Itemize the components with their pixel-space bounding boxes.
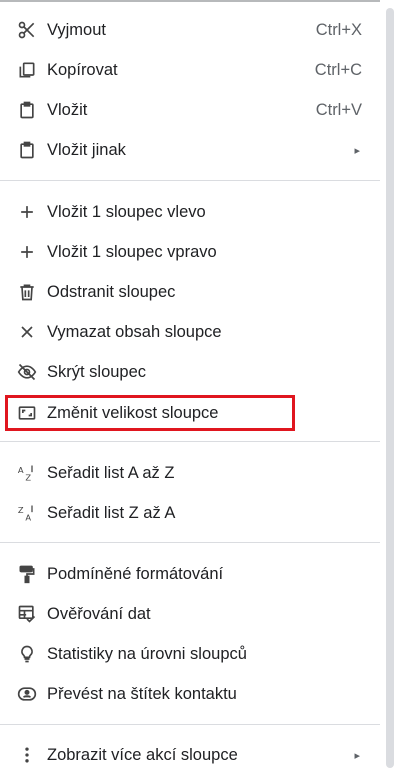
separator [0, 724, 380, 725]
trash-icon [16, 281, 38, 303]
menu-item-label: Ověřování dat [47, 604, 151, 623]
highlight-box [5, 395, 295, 431]
menu-item-label: Skrýt sloupec [47, 362, 147, 381]
menu-item-sort-z-a[interactable]: ZA Seřadit list Z až A [0, 493, 380, 533]
menu-item-insert-column-left[interactable]: Vložit 1 sloupec vlevo [0, 192, 380, 232]
clipboard-icon [16, 99, 38, 121]
menu-item-label: Seřadit list A až Z [47, 463, 175, 482]
menu-item-label: Kopírovat [47, 60, 118, 79]
menu-item-label: Převést na štítek kontaktu [47, 684, 237, 703]
menu-item-label: Vložit jinak [47, 140, 126, 159]
menu-item-column-stats[interactable]: Statistiky na úrovni sloupců [0, 634, 380, 674]
shortcut-label: Ctrl+X [315, 20, 362, 39]
cut-off-previous-row [0, 0, 380, 5]
scrollbar[interactable] [386, 8, 394, 768]
submenu-arrow-icon: ▸ [354, 749, 360, 762]
menu-item-label: Statistiky na úrovni sloupců [47, 644, 247, 663]
svg-text:A: A [25, 513, 31, 523]
menu-item-label: Vložit 1 sloupec vpravo [47, 242, 217, 261]
menu-item-data-validation[interactable]: Ověřování dat [0, 594, 380, 634]
scissors-icon [16, 19, 38, 41]
svg-text:A: A [18, 465, 24, 475]
menu-item-label: Podmíněné formátování [47, 564, 224, 583]
plus-icon [16, 241, 38, 263]
menu-item-paste-special[interactable]: Vložit jinak ▸ [0, 130, 380, 170]
separator [0, 542, 380, 543]
menu-item-delete-column[interactable]: Odstranit sloupec [0, 272, 380, 312]
menu-item-label: Zobrazit více akcí sloupce [47, 745, 238, 764]
copy-icon [16, 59, 38, 81]
data-validation-icon [16, 603, 38, 625]
submenu-arrow-icon: ▸ [354, 144, 360, 157]
menu-item-label: Seřadit list Z až A [47, 503, 176, 522]
menu-item-clear-column[interactable]: Vymazat obsah sloupce [0, 312, 380, 352]
menu-item-label: Vložit [47, 100, 88, 119]
shortcut-label: Ctrl+C [314, 60, 362, 79]
paint-roller-icon [16, 563, 38, 585]
separator [0, 441, 380, 442]
menu-item-paste[interactable]: Vložit Ctrl+V [0, 90, 380, 130]
eye-off-icon [16, 361, 38, 383]
menu-item-cut[interactable]: Vyjmout Ctrl+X [0, 10, 380, 50]
separator [0, 180, 380, 181]
svg-text:Z: Z [25, 473, 31, 483]
menu-item-copy[interactable]: Kopírovat Ctrl+C [0, 50, 380, 90]
column-context-menu: Vyjmout Ctrl+X Kopírovat Ctrl+C Vložit C… [0, 0, 380, 777]
close-icon [16, 321, 38, 343]
sort-za-icon: ZA [16, 502, 38, 524]
menu-item-label: Vymazat obsah sloupce [47, 322, 222, 341]
menu-item-insert-column-right[interactable]: Vložit 1 sloupec vpravo [0, 232, 380, 272]
menu-item-convert-to-people-chip[interactable]: Převést na štítek kontaktu [0, 674, 380, 714]
menu-item-hide-column[interactable]: Skrýt sloupec [0, 352, 380, 392]
sort-az-icon: AZ [16, 462, 38, 484]
clipboard-icon [16, 139, 38, 161]
svg-text:Z: Z [18, 505, 24, 515]
more-vert-icon [16, 744, 38, 766]
menu-item-label: Vložit 1 sloupec vlevo [47, 202, 206, 221]
plus-icon [16, 201, 38, 223]
shortcut-label: Ctrl+V [315, 100, 362, 119]
menu-item-label: Odstranit sloupec [47, 282, 176, 301]
contact-chip-icon [16, 683, 38, 705]
menu-item-conditional-formatting[interactable]: Podmíněné formátování [0, 554, 380, 594]
menu-item-more-column-actions[interactable]: Zobrazit více akcí sloupce ▸ [0, 735, 380, 775]
lightbulb-icon [16, 643, 38, 665]
menu-item-label: Vyjmout [47, 20, 106, 39]
menu-item-sort-a-z[interactable]: AZ Seřadit list A až Z [0, 453, 380, 493]
